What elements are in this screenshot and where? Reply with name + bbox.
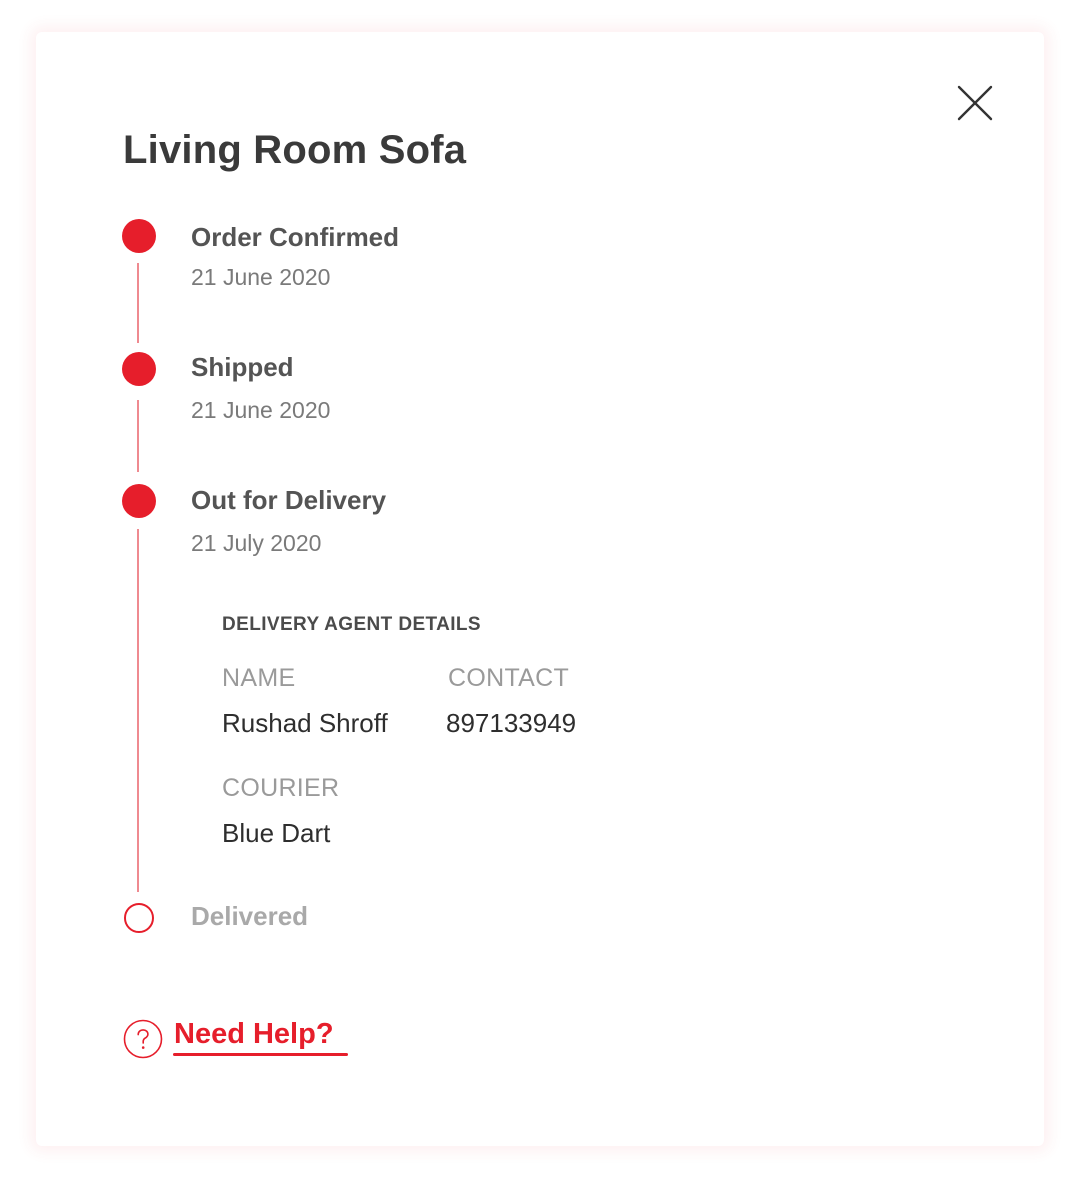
courier-label: COURIER	[222, 774, 340, 802]
agent-details-heading: DELIVERY AGENT DETAILS	[222, 614, 481, 635]
timeline-dot-complete	[122, 484, 156, 518]
product-title: Living Room Sofa	[123, 128, 467, 172]
order-tracking-card: Living Room Sofa Order Confirmed 21 June…	[36, 32, 1044, 1146]
agent-name-label: NAME	[222, 664, 296, 692]
courier-value: Blue Dart	[222, 818, 331, 848]
need-help-underline	[173, 1053, 348, 1056]
agent-contact-value[interactable]: 897133949	[446, 708, 576, 739]
step-status: Order Confirmed	[191, 222, 400, 252]
timeline-connector	[137, 263, 139, 343]
need-help-link[interactable]: Need Help?	[174, 1018, 334, 1051]
timeline-dot-pending	[124, 903, 154, 933]
timeline-dot-complete	[122, 219, 156, 253]
close-icon[interactable]	[956, 84, 994, 122]
step-date: 21 June 2020	[191, 397, 331, 423]
step-date: 21 July 2020	[191, 530, 322, 556]
agent-contact-label: CONTACT	[448, 664, 570, 692]
timeline-connector	[137, 529, 139, 892]
step-status: Delivered	[191, 901, 309, 931]
timeline-dot-complete	[122, 352, 156, 386]
timeline-connector	[137, 400, 139, 472]
question-circle-icon[interactable]	[123, 1019, 163, 1059]
agent-name-value: Rushad Shroff	[222, 708, 388, 738]
step-date: 21 June 2020	[191, 264, 331, 290]
step-status: Shipped	[191, 352, 294, 382]
step-status: Out for Delivery	[191, 485, 387, 515]
